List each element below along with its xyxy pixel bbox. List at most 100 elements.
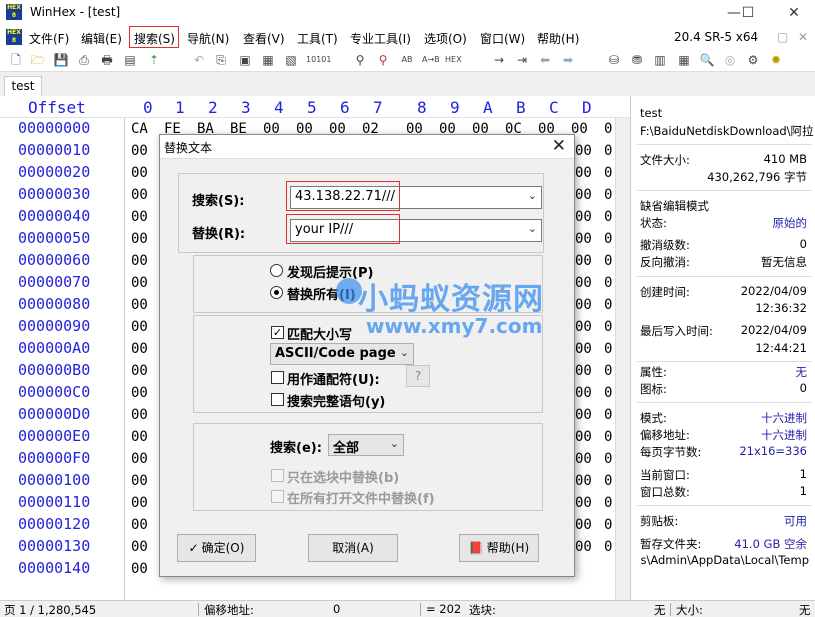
- hex-byte-cell[interactable]: 00: [131, 297, 148, 313]
- save-icon[interactable]: 💾: [53, 52, 69, 68]
- hex-byte-cell[interactable]: 0: [604, 187, 612, 203]
- hex-byte-cell[interactable]: 00: [131, 473, 148, 489]
- hex-byte-cell[interactable]: 00: [575, 297, 592, 313]
- export-icon[interactable]: ⇡: [146, 52, 162, 68]
- chevron-down-icon[interactable]: ⌄: [400, 346, 409, 359]
- hex-byte-cell[interactable]: 0: [604, 363, 612, 379]
- winhex-menu-icon[interactable]: HEX 8: [6, 29, 22, 45]
- hex-byte-cell[interactable]: 0: [604, 341, 612, 357]
- hex-byte-cell[interactable]: 0: [604, 121, 612, 137]
- match-case-checkbox[interactable]: ✓: [271, 326, 284, 339]
- offset-row-label[interactable]: 00000010: [18, 141, 90, 159]
- offset-row-label[interactable]: 00000070: [18, 273, 90, 291]
- hex-byte-cell[interactable]: 0: [604, 451, 612, 467]
- menu-edit[interactable]: 编辑(E): [81, 30, 122, 47]
- chevron-down-icon[interactable]: ⌄: [528, 222, 537, 235]
- ok-button[interactable]: ✓ 确定(O): [177, 534, 256, 562]
- offset-row-label[interactable]: 00000060: [18, 251, 90, 269]
- undo-icon[interactable]: ↶: [191, 52, 207, 68]
- encoding-select[interactable]: ASCII/Code page ⌄: [270, 343, 414, 365]
- hex-byte-cell[interactable]: 0: [604, 275, 612, 291]
- offset-row-label[interactable]: 000000F0: [18, 449, 90, 467]
- hex-byte-cell[interactable]: 00: [575, 451, 592, 467]
- hex-convert-icon[interactable]: 10101: [306, 52, 331, 68]
- hex-byte-cell[interactable]: 0: [604, 407, 612, 423]
- properties-icon[interactable]: ▤: [122, 52, 138, 68]
- replace-all-radio[interactable]: [270, 286, 283, 299]
- offset-row-label[interactable]: 000000D0: [18, 405, 90, 423]
- offset-row-label[interactable]: 00000100: [18, 471, 90, 489]
- paste-write-icon[interactable]: ▧: [283, 52, 299, 68]
- print-icon[interactable]: 🖶: [99, 52, 115, 68]
- goto-offset-icon[interactable]: →: [491, 52, 507, 68]
- help-button[interactable]: 📕 帮助(H): [459, 534, 539, 562]
- print-preview-icon[interactable]: ⎙: [76, 52, 92, 68]
- hex-byte-cell[interactable]: 00: [131, 363, 148, 379]
- dialog-close-icon[interactable]: ✕: [552, 136, 566, 156]
- hex-byte-cell[interactable]: 0: [604, 429, 612, 445]
- find-text-icon[interactable]: ⚲: [352, 52, 368, 68]
- offset-row-label[interactable]: 000000C0: [18, 383, 90, 401]
- hex-byte-cell[interactable]: 0: [604, 539, 612, 555]
- offset-row-label[interactable]: 00000120: [18, 515, 90, 533]
- hex-byte-cell[interactable]: 00: [575, 341, 592, 357]
- all-open-checkbox[interactable]: [271, 490, 284, 503]
- find-hex-values-icon[interactable]: HEX: [445, 52, 462, 68]
- hex-byte-cell[interactable]: 00: [575, 165, 592, 181]
- menu-search[interactable]: 搜索(S): [134, 30, 175, 47]
- hex-byte-cell[interactable]: 0: [604, 209, 612, 225]
- hex-byte-cell[interactable]: 00: [131, 385, 148, 401]
- hex-byte-cell[interactable]: 00: [131, 429, 148, 445]
- open-disk-icon[interactable]: ⛁: [606, 52, 622, 68]
- hex-byte-cell[interactable]: 0: [604, 231, 612, 247]
- hex-vertical-scrollbar[interactable]: [615, 118, 630, 600]
- hex-byte-cell[interactable]: 0: [604, 297, 612, 313]
- zoom-icon[interactable]: 🔍: [699, 52, 715, 68]
- hex-byte-cell[interactable]: 00: [131, 231, 148, 247]
- menu-pro-tools[interactable]: 专业工具(I): [350, 30, 411, 47]
- offset-row-label[interactable]: 00000090: [18, 317, 90, 335]
- hex-byte-cell[interactable]: 00: [575, 143, 592, 159]
- hex-byte-cell[interactable]: 00: [131, 209, 148, 225]
- hex-byte-cell[interactable]: 00: [575, 231, 592, 247]
- hex-byte-cell[interactable]: 00: [575, 539, 592, 555]
- hex-byte-cell[interactable]: 00: [131, 341, 148, 357]
- wildcard-char-input[interactable]: ?: [406, 365, 430, 387]
- hex-byte-cell[interactable]: 00: [131, 253, 148, 269]
- offset-row-label[interactable]: 00000000: [18, 119, 90, 137]
- ram-module-icon[interactable]: ▥: [652, 52, 668, 68]
- hex-byte-cell[interactable]: 00: [575, 209, 592, 225]
- menu-help[interactable]: 帮助(H): [537, 30, 579, 47]
- find-hex-icon[interactable]: ⚲: [375, 52, 391, 68]
- hex-byte-cell[interactable]: 00: [575, 473, 592, 489]
- hex-byte-cell[interactable]: 0: [604, 473, 612, 489]
- close-button[interactable]: ✕: [779, 2, 809, 24]
- hex-byte-cell[interactable]: 00: [131, 319, 148, 335]
- hex-byte-cell[interactable]: 00: [131, 539, 148, 555]
- hex-byte-cell[interactable]: 00: [131, 561, 148, 577]
- hex-byte-cell[interactable]: 0: [604, 253, 612, 269]
- chevron-down-icon[interactable]: ⌄: [390, 437, 399, 450]
- open-ram-icon[interactable]: ⛃: [629, 52, 645, 68]
- hex-byte-cell[interactable]: 0: [604, 517, 612, 533]
- menu-view[interactable]: 查看(V): [243, 30, 285, 47]
- maximize-button[interactable]: ☐: [733, 2, 763, 24]
- hex-byte-cell[interactable]: 0: [604, 385, 612, 401]
- hex-byte-cell[interactable]: 00: [131, 143, 148, 159]
- hash-icon[interactable]: ◎: [722, 52, 738, 68]
- menu-window[interactable]: 窗口(W): [480, 30, 525, 47]
- cancel-button[interactable]: 取消(A): [308, 534, 398, 562]
- hex-byte-cell[interactable]: 00: [131, 451, 148, 467]
- offset-row-label[interactable]: 00000110: [18, 493, 90, 511]
- in-block-checkbox[interactable]: [271, 469, 284, 482]
- hex-byte-cell[interactable]: CA: [131, 121, 148, 137]
- open-file-icon[interactable]: 🗁: [30, 52, 46, 68]
- hex-byte-cell[interactable]: 00: [131, 187, 148, 203]
- hex-byte-cell[interactable]: 0: [604, 319, 612, 335]
- hex-byte-cell[interactable]: 00: [131, 165, 148, 181]
- hex-byte-cell[interactable]: 00: [575, 495, 592, 511]
- offset-row-label[interactable]: 00000140: [18, 559, 90, 577]
- offset-row-label[interactable]: 00000050: [18, 229, 90, 247]
- hex-byte-cell[interactable]: 00: [575, 363, 592, 379]
- hex-byte-cell[interactable]: 00: [575, 429, 592, 445]
